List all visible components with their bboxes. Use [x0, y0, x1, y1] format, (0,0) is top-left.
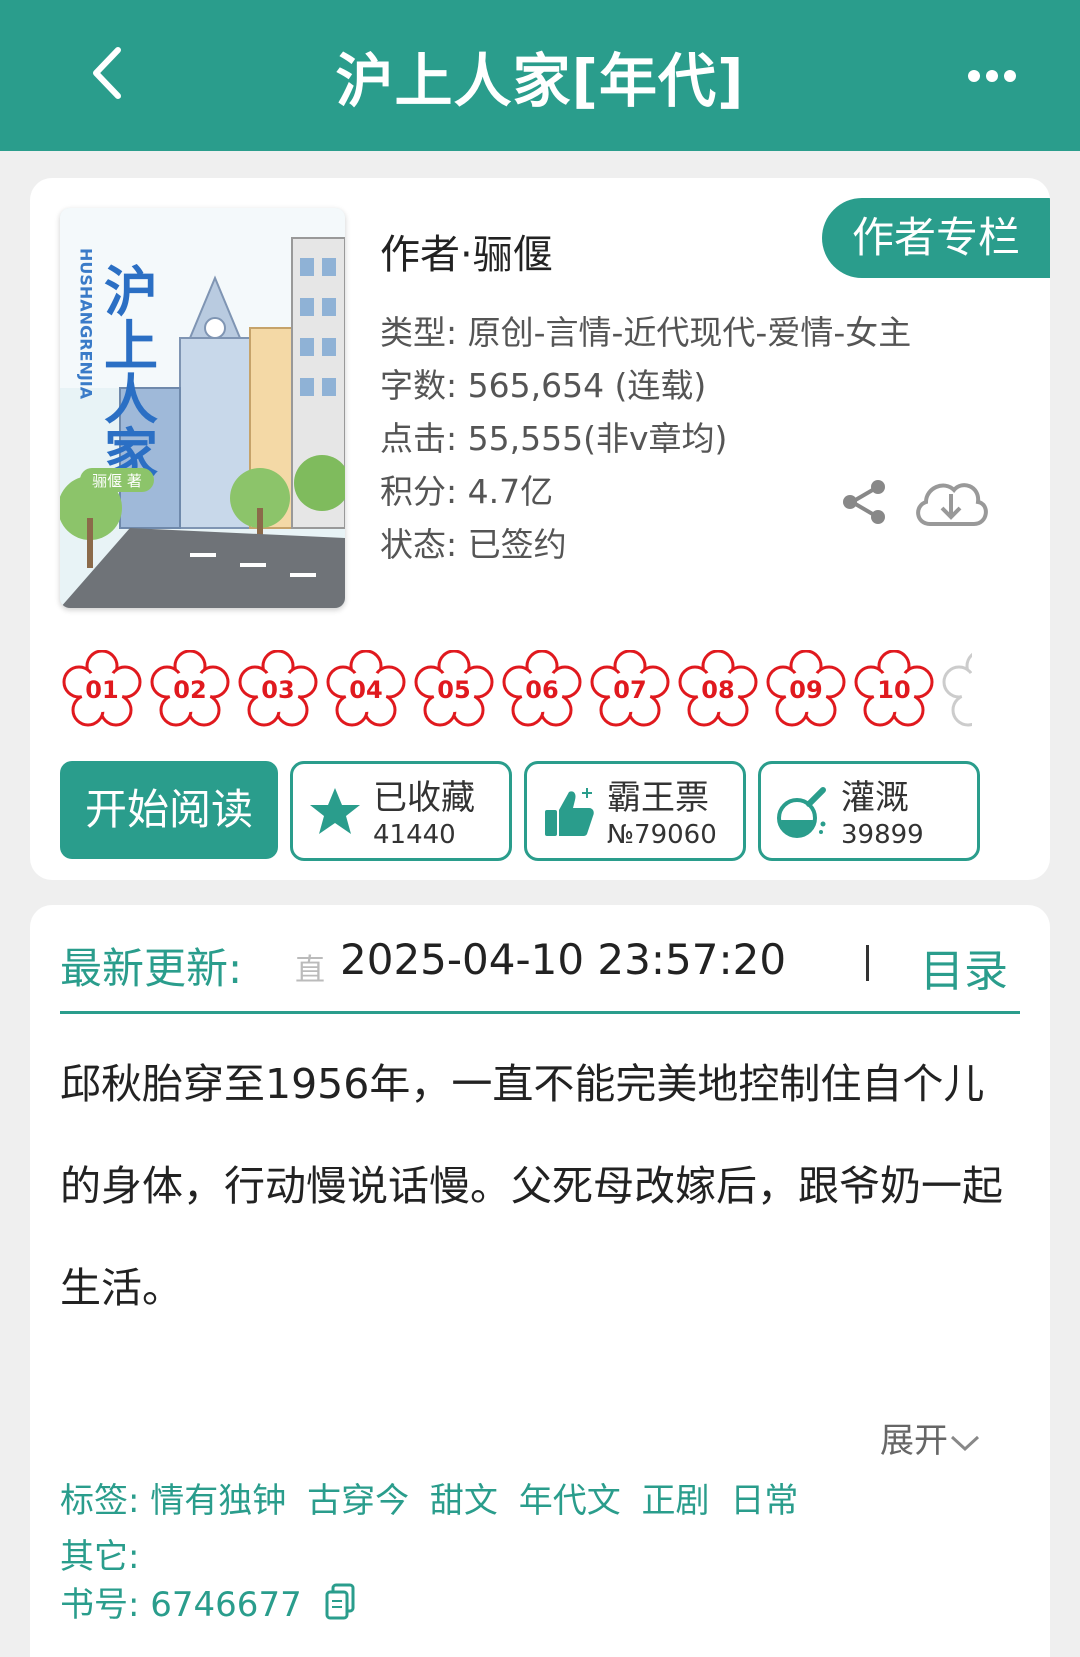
sign-status: 状态: 已签约	[380, 525, 567, 564]
tag-item[interactable]: 甜文	[430, 1481, 498, 1521]
vote-button[interactable]: 霸王票 №79060	[524, 761, 746, 861]
cover-pinyin: HUSHANGRENJIA	[77, 248, 96, 400]
badge-03: 03	[238, 650, 318, 730]
nutrient-label: 灌溉	[841, 778, 909, 818]
tag-item[interactable]: 情有独钟	[150, 1481, 286, 1521]
book-cover[interactable]: HUSHANGRENJIA 沪上人家 骊偃 著	[60, 208, 345, 608]
top-bar: 沪上人家[年代]	[0, 0, 1080, 151]
tag-item[interactable]: 正剧	[642, 1481, 710, 1521]
latest-update-label: 最新更新:	[60, 944, 243, 993]
catalog-link[interactable]: 目录	[920, 935, 1008, 999]
points: 积分: 4.7亿	[380, 472, 554, 511]
badge-09: 09	[766, 650, 846, 730]
favorite-count: 41440	[373, 820, 456, 850]
favorite-button[interactable]: 已收藏 41440	[290, 761, 512, 861]
badge-07: 07	[590, 650, 670, 730]
cover-illustration: HUSHANGRENJIA 沪上人家 骊偃 著	[60, 208, 345, 608]
tag-item[interactable]: 古穿今	[307, 1481, 409, 1521]
badge-more-partial	[942, 650, 972, 730]
divider	[866, 945, 869, 981]
author-column-button[interactable]: 作者专栏	[822, 198, 1050, 278]
tag-item[interactable]: 年代文	[519, 1481, 621, 1521]
badge-08: 08	[678, 650, 758, 730]
chevron-down-icon	[950, 1435, 980, 1451]
badge-row: 01 02 03 04 05 06 07 08 09 10	[62, 650, 1050, 730]
more-button[interactable]	[962, 56, 1032, 96]
back-button[interactable]	[78, 38, 148, 108]
badge-10: 10	[854, 650, 934, 730]
badge-04: 04	[326, 650, 406, 730]
favorite-label: 已收藏	[373, 778, 475, 818]
start-reading-button[interactable]: 开始阅读	[60, 761, 278, 859]
badge-02: 02	[150, 650, 230, 730]
badge-05: 05	[414, 650, 494, 730]
more-dots-icon	[968, 70, 1016, 82]
chevron-left-icon	[93, 47, 121, 99]
other-label: 其它:	[60, 1537, 140, 1577]
book-id-row: 书号: 6746677	[60, 1577, 355, 1630]
expand-button[interactable]: 展开	[880, 1413, 982, 1462]
word-count: 字数: 565,654 (连载)	[380, 366, 707, 405]
author-name[interactable]: 作者·骊偃	[380, 222, 553, 280]
cloud-download-icon[interactable]	[910, 470, 992, 534]
book-info-card: HUSHANGRENJIA 沪上人家 骊偃 著 作者·骊偃 作者专栏 类型: 原…	[30, 178, 1050, 880]
vote-label: 霸王票	[607, 778, 709, 818]
click-count: 点击: 55,555(非v章均)	[380, 419, 728, 458]
tag-item[interactable]: 日常	[730, 1481, 798, 1521]
latest-update-glyph: 直	[295, 953, 325, 988]
nutrient-count: 39899	[841, 820, 924, 850]
badge-01: 01	[62, 650, 142, 730]
share-icon[interactable]	[838, 476, 890, 528]
thumbs-up-icon	[545, 788, 594, 836]
divider	[60, 1011, 1020, 1014]
summary-card: 最新更新: 直 2025-04-10 23:57:20 目录 邱秋胎穿至1956…	[30, 905, 1050, 1657]
cover-title: 沪上人家	[95, 263, 158, 479]
expand-label: 展开	[880, 1421, 948, 1461]
copy-icon[interactable]	[325, 1583, 355, 1630]
flask-icon	[777, 787, 826, 838]
tags-label: 标签:	[60, 1481, 140, 1521]
page-title: 沪上人家[年代]	[335, 47, 745, 115]
book-id-value: 6746677	[150, 1585, 302, 1625]
vote-count: №79060	[607, 820, 717, 850]
star-icon	[310, 788, 360, 834]
book-id-label: 书号:	[60, 1585, 140, 1625]
latest-update-time[interactable]: 2025-04-10 23:57:20	[340, 935, 786, 984]
book-summary: 邱秋胎穿至1956年，一直不能完美地控制住自个儿的身体，行动慢说话慢。父死母改嫁…	[60, 1060, 1003, 1312]
cover-author-stamp: 骊偃 著	[92, 472, 142, 490]
tags-row: 标签: 情有独钟 古穿今 甜文 年代文 正剧 日常	[60, 1473, 808, 1522]
book-type: 类型: 原创-言情-近代现代-爱情-女主	[380, 313, 912, 352]
badge-06: 06	[502, 650, 582, 730]
nutrient-button[interactable]: 灌溉 39899	[758, 761, 980, 861]
